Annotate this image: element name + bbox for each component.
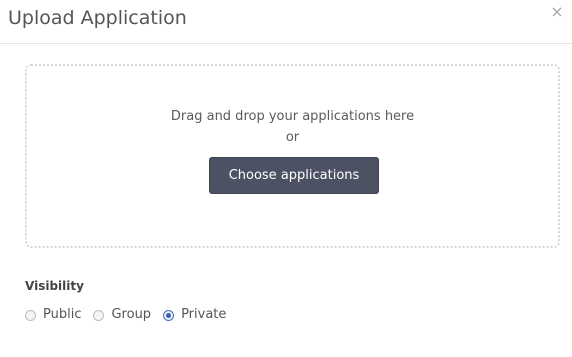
visibility-option-public[interactable]: Public [25, 306, 81, 324]
visibility-option-private[interactable]: Private [163, 306, 226, 324]
radio-label-private: Private [181, 307, 227, 322]
radio-public[interactable] [25, 309, 36, 321]
radio-private[interactable] [163, 309, 175, 321]
visibility-option-group[interactable]: Group [93, 306, 151, 324]
radio-label-group: Group [111, 307, 152, 322]
radio-label-public: Public [43, 307, 82, 322]
dropzone-instruction: Drag and drop your applications here [170, 109, 415, 124]
visibility-label: Visibility [25, 279, 84, 293]
file-dropzone[interactable]: Drag and drop your applications here or … [25, 64, 560, 248]
visibility-radio-group: Public Group Private [25, 306, 238, 324]
radio-group[interactable] [93, 309, 105, 321]
choose-applications-button[interactable]: Choose applications [209, 157, 379, 194]
dialog-header: Upload Application × [0, 0, 572, 44]
dialog-title: Upload Application [8, 7, 187, 29]
close-icon[interactable]: × [550, 4, 564, 20]
dropzone-separator: or [285, 130, 300, 145]
upload-application-dialog: Upload Application × Drag and drop your … [0, 0, 572, 357]
